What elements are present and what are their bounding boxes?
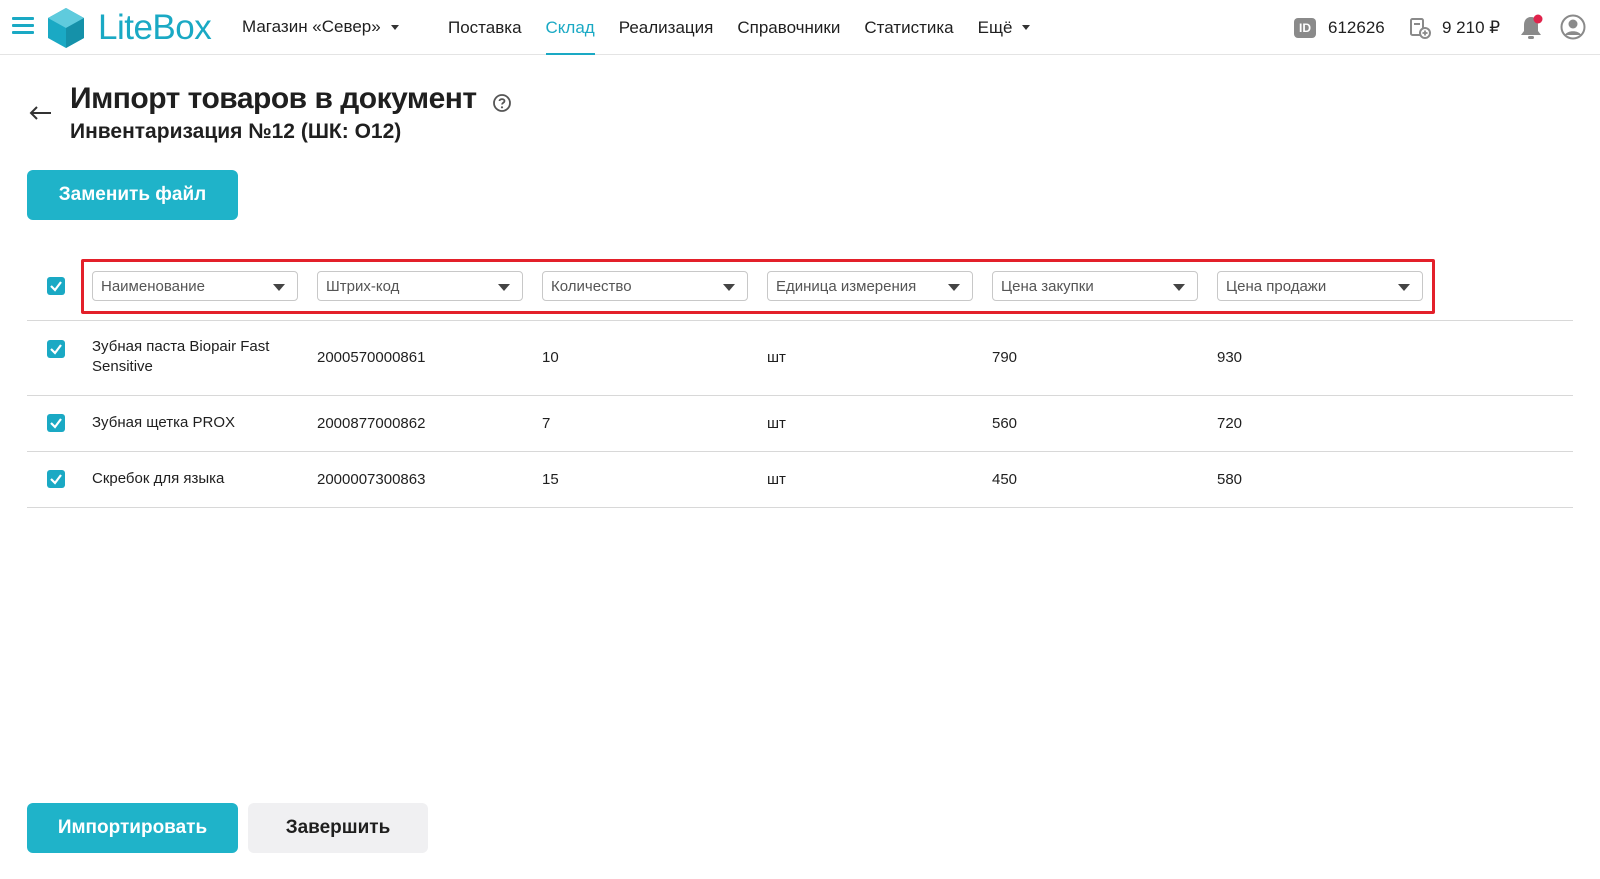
column-select-label: Наименование bbox=[101, 278, 205, 295]
litebox-logo-icon bbox=[48, 8, 84, 48]
nav-more-label: Ещё bbox=[977, 18, 1013, 37]
column-select-label: Единица измерения bbox=[776, 278, 917, 295]
table-divider bbox=[27, 320, 1573, 321]
checkmark-icon bbox=[50, 344, 62, 355]
nav-item-supply[interactable]: Поставка bbox=[448, 0, 522, 55]
chevron-down-icon bbox=[390, 24, 399, 30]
store-selector[interactable]: Магазин «Север» bbox=[242, 17, 399, 37]
logo[interactable]: LiteBox bbox=[46, 6, 212, 50]
chevron-down-icon bbox=[273, 284, 285, 291]
nav-item-statistics[interactable]: Статистика bbox=[864, 0, 953, 55]
main-nav: Поставка Склад Реализация Справочники Ст… bbox=[436, 0, 1042, 55]
menu-icon[interactable] bbox=[12, 17, 34, 35]
table-divider bbox=[27, 507, 1573, 508]
row-sale-price: 580 bbox=[1217, 471, 1243, 488]
chevron-down-icon bbox=[498, 284, 510, 291]
chevron-down-icon bbox=[723, 284, 735, 291]
nav-item-warehouse[interactable]: Склад bbox=[545, 0, 595, 55]
back-arrow-icon[interactable] bbox=[28, 100, 54, 126]
row-barcode: 2000007300863 bbox=[317, 471, 426, 488]
row-sale-price: 720 bbox=[1217, 415, 1243, 432]
nav-item-references[interactable]: Справочники bbox=[737, 0, 840, 55]
column-select-quantity[interactable]: Количество bbox=[542, 271, 748, 301]
store-name: Магазин «Север» bbox=[242, 17, 381, 36]
column-select-label: Цена продажи bbox=[1226, 278, 1327, 295]
balance[interactable]: 9 210 ₽ bbox=[1408, 15, 1500, 41]
row-purchase-price: 560 bbox=[992, 415, 1018, 432]
row-checkbox[interactable] bbox=[47, 470, 65, 488]
column-select-name[interactable]: Наименование bbox=[92, 271, 298, 301]
row-quantity: 10 bbox=[542, 349, 559, 366]
row-name: Зубная паста Biopair Fast Sensitive bbox=[92, 338, 270, 375]
column-select-sale-price[interactable]: Цена продажи bbox=[1217, 271, 1423, 301]
import-button[interactable]: Импортировать bbox=[27, 803, 238, 853]
row-name: Зубная щетка PROX bbox=[92, 414, 236, 431]
column-select-label: Количество bbox=[551, 278, 632, 295]
top-bar: LiteBox Магазин «Север» Поставка Склад Р… bbox=[0, 0, 1600, 55]
table-divider bbox=[27, 395, 1573, 396]
nav-item-sales[interactable]: Реализация bbox=[619, 0, 714, 55]
notification-bell-icon[interactable] bbox=[1518, 13, 1544, 41]
table-divider bbox=[27, 451, 1573, 452]
chevron-down-icon bbox=[1022, 25, 1031, 30]
row-purchase-price: 450 bbox=[992, 471, 1018, 488]
row-purchase-price: 790 bbox=[992, 349, 1018, 366]
chevron-down-icon bbox=[1173, 284, 1185, 291]
column-select-label: Штрих-код bbox=[326, 278, 400, 295]
finish-button[interactable]: Завершить bbox=[248, 803, 428, 853]
checkmark-icon bbox=[50, 281, 62, 292]
row-checkbox[interactable] bbox=[47, 414, 65, 432]
account-id[interactable]: ID 612626 bbox=[1294, 15, 1385, 41]
column-select-barcode[interactable]: Штрих-код bbox=[317, 271, 523, 301]
help-icon[interactable] bbox=[492, 93, 512, 113]
row-barcode: 2000570000861 bbox=[317, 349, 426, 366]
page-subtitle: Инвентаризация №12 (ШК: О12) bbox=[70, 120, 402, 143]
nav-item-more[interactable]: Ещё bbox=[978, 0, 1031, 55]
row-unit: шт bbox=[767, 415, 786, 432]
column-select-unit[interactable]: Единица измерения bbox=[767, 271, 973, 301]
row-checkbox[interactable] bbox=[47, 340, 65, 358]
replace-file-button[interactable]: Заменить файл bbox=[27, 170, 238, 220]
account-id-value: 612626 bbox=[1328, 18, 1385, 37]
chevron-down-icon bbox=[1398, 284, 1410, 291]
logo-text: LiteBox bbox=[98, 8, 212, 47]
row-barcode: 2000877000862 bbox=[317, 415, 426, 432]
chevron-down-icon bbox=[948, 284, 960, 291]
cash-register-icon bbox=[1410, 18, 1431, 39]
column-select-purchase-price[interactable]: Цена закупки bbox=[992, 271, 1198, 301]
row-quantity: 15 bbox=[542, 471, 559, 488]
checkmark-icon bbox=[50, 474, 62, 485]
row-quantity: 7 bbox=[542, 415, 551, 432]
row-unit: шт bbox=[767, 471, 786, 488]
balance-value: 9 210 ₽ bbox=[1442, 18, 1501, 37]
user-avatar-icon[interactable] bbox=[1560, 14, 1586, 40]
column-select-label: Цена закупки bbox=[1001, 278, 1094, 295]
page-title: Импорт товаров в документ bbox=[70, 82, 477, 115]
checkmark-icon bbox=[50, 418, 62, 429]
id-icon: ID bbox=[1294, 18, 1316, 38]
row-name: Скребок для языка bbox=[92, 470, 225, 487]
select-all-checkbox[interactable] bbox=[47, 277, 65, 295]
row-sale-price: 930 bbox=[1217, 349, 1243, 366]
row-unit: шт bbox=[767, 349, 786, 366]
